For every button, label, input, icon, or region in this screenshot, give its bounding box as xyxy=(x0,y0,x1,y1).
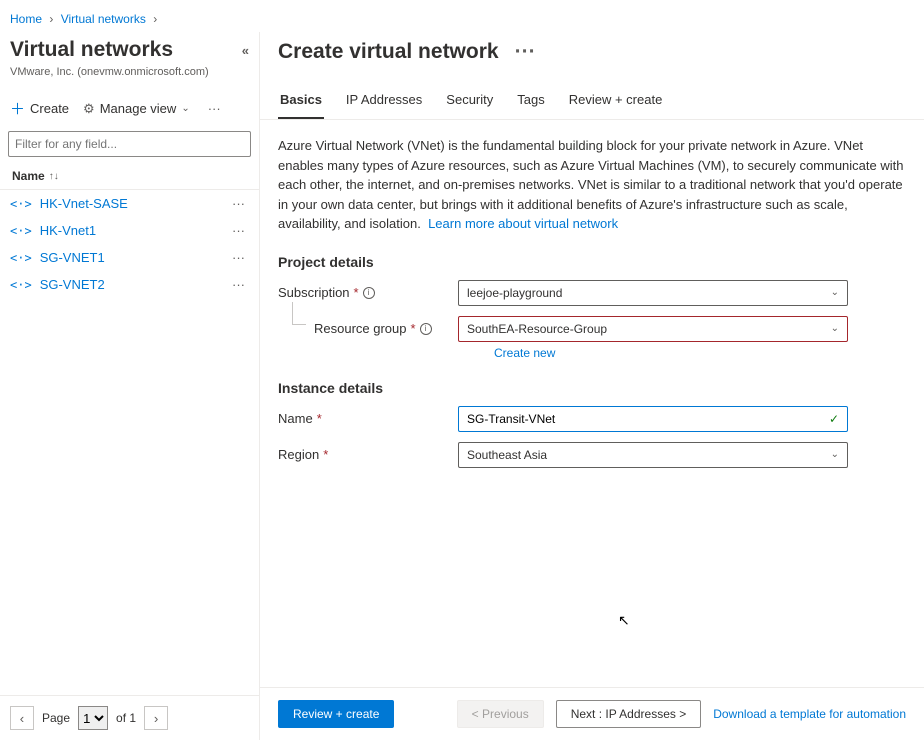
resource-group-label: Resource group xyxy=(314,321,407,336)
tab-security[interactable]: Security xyxy=(444,86,495,119)
chevron-down-icon: ⌄ xyxy=(831,323,839,334)
gear-icon: ⚙ xyxy=(83,101,95,117)
filter-input[interactable] xyxy=(8,131,251,157)
download-template-link[interactable]: Download a template for automation xyxy=(713,707,906,721)
chevron-down-icon: ⌄ xyxy=(831,287,839,298)
title-more-icon[interactable]: ··· xyxy=(511,40,540,64)
tenant-label: VMware, Inc. (onevmw.onmicrosoft.com) xyxy=(10,66,249,78)
prev-page-button[interactable]: ‹ xyxy=(10,706,34,730)
list-item[interactable]: <·>SG-VNET2··· xyxy=(0,271,259,298)
vnet-icon: <·> xyxy=(10,278,32,292)
column-header-name[interactable]: Name ↑↓ xyxy=(0,163,259,190)
chevron-down-icon: ⌄ xyxy=(831,449,839,460)
resource-group-select[interactable]: SouthEA-Resource-Group ⌄ xyxy=(458,316,848,342)
wizard-footer: Review + create < Previous Next : IP Add… xyxy=(260,687,924,740)
section-project-details: Project details xyxy=(278,254,906,270)
main-panel: Create virtual network ··· Basics IP Addr… xyxy=(260,32,924,740)
list-item[interactable]: <·>HK-Vnet1··· xyxy=(0,217,259,244)
row-more-icon[interactable]: ··· xyxy=(228,223,249,238)
name-label: Name xyxy=(278,411,313,426)
required-icon: * xyxy=(411,321,416,336)
chevron-right-icon: › xyxy=(49,12,53,26)
breadcrumb-vnets[interactable]: Virtual networks xyxy=(61,12,146,26)
sort-asc-icon: ↑↓ xyxy=(49,171,59,182)
region-select[interactable]: Southeast Asia ⌄ xyxy=(458,442,848,468)
breadcrumb-home[interactable]: Home xyxy=(10,12,42,26)
subscription-label: Subscription xyxy=(278,285,350,300)
vnet-icon: <·> xyxy=(10,251,32,265)
list-item[interactable]: <·>HK-Vnet-SASE··· xyxy=(0,190,259,217)
plus-icon: ＋ xyxy=(10,98,25,119)
page-select[interactable]: 1 xyxy=(78,706,108,730)
pager: ‹ Page 1 of 1 › xyxy=(0,695,259,740)
row-more-icon[interactable]: ··· xyxy=(228,196,249,211)
manage-view-button[interactable]: ⚙ Manage view ⌄ xyxy=(83,101,190,117)
sidebar-title: Virtual networks xyxy=(10,38,173,62)
description-text: Azure Virtual Network (VNet) is the fund… xyxy=(278,136,906,234)
breadcrumb: Home › Virtual networks › xyxy=(0,0,924,32)
tab-tags[interactable]: Tags xyxy=(515,86,546,119)
review-create-button[interactable]: Review + create xyxy=(278,700,394,728)
required-icon: * xyxy=(317,411,322,426)
tab-basics[interactable]: Basics xyxy=(278,86,324,119)
row-more-icon[interactable]: ··· xyxy=(228,250,249,265)
valid-check-icon: ✓ xyxy=(829,412,839,426)
collapse-sidebar-icon[interactable]: « xyxy=(242,43,249,58)
chevron-right-icon: › xyxy=(153,12,157,26)
more-actions-icon[interactable]: ··· xyxy=(204,101,225,116)
required-icon: * xyxy=(354,285,359,300)
region-label: Region xyxy=(278,447,319,462)
name-input[interactable] xyxy=(467,412,829,426)
chevron-down-icon: ⌄ xyxy=(181,103,189,114)
info-icon[interactable]: i xyxy=(363,287,375,299)
create-button[interactable]: ＋ Create xyxy=(10,98,69,119)
row-more-icon[interactable]: ··· xyxy=(228,277,249,292)
previous-button: < Previous xyxy=(457,700,544,728)
info-icon[interactable]: i xyxy=(420,323,432,335)
required-icon: * xyxy=(323,447,328,462)
sidebar: Virtual networks « VMware, Inc. (onevmw.… xyxy=(0,32,260,740)
next-page-button[interactable]: › xyxy=(144,706,168,730)
name-input-wrap: ✓ xyxy=(458,406,848,432)
vnet-icon: <·> xyxy=(10,224,32,238)
subscription-select[interactable]: leejoe-playground ⌄ xyxy=(458,280,848,306)
create-new-rg-link[interactable]: Create new xyxy=(494,346,555,360)
learn-more-link[interactable]: Learn more about virtual network xyxy=(428,216,618,231)
tab-ip-addresses[interactable]: IP Addresses xyxy=(344,86,424,119)
next-button[interactable]: Next : IP Addresses > xyxy=(556,700,702,728)
tab-review-create[interactable]: Review + create xyxy=(567,86,665,119)
section-instance-details: Instance details xyxy=(278,380,906,396)
list-item[interactable]: <·>SG-VNET1··· xyxy=(0,244,259,271)
page-title: Create virtual network xyxy=(278,40,499,64)
vnet-icon: <·> xyxy=(10,197,32,211)
